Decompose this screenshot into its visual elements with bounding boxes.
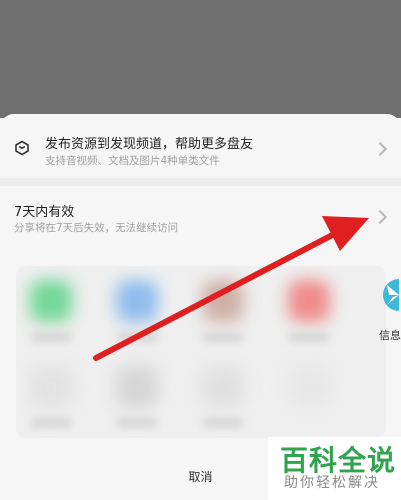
annotation-arrow — [93, 216, 369, 361]
